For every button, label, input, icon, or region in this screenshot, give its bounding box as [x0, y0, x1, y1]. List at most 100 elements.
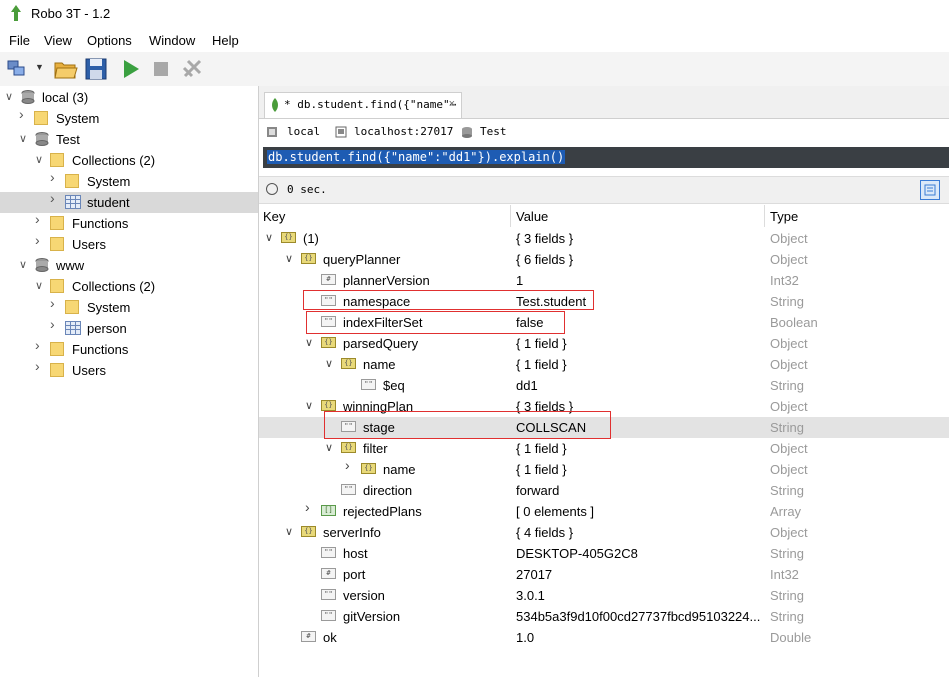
sidebar-item-label: student	[87, 195, 130, 210]
menu-file[interactable]: File	[9, 33, 30, 48]
chevron-down-icon[interactable]: ∨	[325, 443, 333, 454]
header-value[interactable]: Value	[516, 209, 548, 224]
sidebar-item-label: System	[87, 300, 131, 315]
result-key: host	[343, 546, 368, 561]
chevron-down-icon[interactable]: ∨	[35, 281, 45, 292]
result-key: port	[343, 567, 366, 582]
result-value: { 3 fields }	[516, 231, 574, 246]
result-value: 3.0.1	[516, 588, 545, 603]
orientation-button[interactable]	[180, 56, 206, 82]
chevron-right-icon[interactable]: ›	[50, 170, 60, 184]
chevron-right-icon[interactable]: ›	[50, 191, 60, 205]
connect-button[interactable]: ▼	[5, 56, 44, 82]
chevron-right-icon[interactable]: ›	[50, 296, 60, 310]
sidebar-item[interactable]: › System	[0, 170, 258, 192]
robo3t-logo-icon	[11, 5, 21, 21]
result-row[interactable]: › [] rejectedPlans [ 0 elements ] Array	[259, 500, 949, 522]
sidebar-item[interactable]: ∨ Collections (2)	[0, 276, 258, 297]
chevron-right-icon[interactable]: ›	[305, 500, 310, 514]
sidebar-item[interactable]: › Users	[0, 359, 258, 381]
result-row[interactable]: ∨ {} serverInfo { 4 fields } Object	[259, 522, 949, 543]
result-row[interactable]: "" direction forward String	[259, 480, 949, 501]
query-tab[interactable]: * db.student.find({"name"⋯ ×	[264, 92, 462, 118]
result-row[interactable]: › {} name { 1 field } Object	[259, 458, 949, 480]
sidebar-item[interactable]: › Functions	[0, 338, 258, 360]
header-divider[interactable]	[764, 205, 765, 227]
chevron-down-icon[interactable]: ∨	[19, 260, 29, 271]
chevron-right-icon[interactable]: ›	[35, 212, 45, 226]
sidebar-item[interactable]: › System	[0, 107, 258, 129]
leaf-icon	[272, 98, 278, 112]
result-type: Object	[770, 231, 808, 246]
result-row[interactable]: ∨ {} name { 1 field } Object	[259, 354, 949, 375]
chevron-down-icon[interactable]: ∨	[285, 254, 293, 265]
menu-help[interactable]: Help	[212, 33, 239, 48]
close-icon[interactable]: ×	[449, 98, 455, 110]
database-explorer: ∨ local (3) › System ∨ Test ∨ Collections (2) › S…	[0, 86, 259, 677]
annotation-box-indexfilterset	[306, 311, 565, 334]
object-icon: {}	[321, 400, 336, 411]
result-row[interactable]: "" version 3.0.1 String	[259, 585, 949, 606]
result-type: String	[770, 609, 804, 624]
connection-host: localhost:27017	[354, 125, 454, 138]
sidebar-item[interactable]: › Functions	[0, 212, 258, 234]
tree-view-button[interactable]	[920, 180, 940, 200]
header-key[interactable]: Key	[263, 209, 285, 224]
menu-view[interactable]: View	[44, 33, 72, 48]
sidebar-item[interactable]: › person	[0, 317, 258, 339]
chevron-down-icon[interactable]: ∨	[285, 527, 293, 538]
folder-icon	[65, 174, 79, 188]
sidebar-item[interactable]: ∨ www	[0, 255, 258, 276]
result-row[interactable]: ∨ {} queryPlanner { 6 fields } Object	[259, 249, 949, 270]
sidebar-item[interactable]: ∨ local (3)	[0, 87, 258, 108]
chevron-down-icon[interactable]: ∨	[19, 134, 29, 145]
chevron-down-icon[interactable]: ∨	[305, 338, 313, 349]
sidebar-item[interactable]: › System	[0, 296, 258, 318]
result-row[interactable]: ∨ {} parsedQuery { 1 field } Object	[259, 333, 949, 354]
chevron-down-icon[interactable]: ∨	[5, 92, 15, 103]
result-row[interactable]: "" $eq dd1 String	[259, 375, 949, 396]
sidebar-item[interactable]: › Users	[0, 233, 258, 255]
result-key: serverInfo	[323, 525, 381, 540]
result-row[interactable]: # port 27017 Int32	[259, 564, 949, 585]
result-row[interactable]: "" gitVersion 534b5a3f9d10f00cd27737fbcd95…	[259, 606, 949, 627]
result-type: String	[770, 588, 804, 603]
query-editor[interactable]: db.student.find({"name":"dd1"}).explain(…	[263, 147, 949, 168]
result-type: String	[770, 420, 804, 435]
object-icon: {}	[301, 253, 316, 264]
stop-button[interactable]	[148, 56, 174, 82]
chevron-right-icon[interactable]: ›	[19, 107, 29, 121]
header-type[interactable]: Type	[770, 209, 798, 224]
sidebar-item[interactable]: › student	[0, 191, 258, 213]
folder-icon	[50, 237, 64, 251]
execute-button[interactable]	[118, 56, 144, 82]
header-divider[interactable]	[510, 205, 511, 227]
result-key: plannerVersion	[343, 273, 430, 288]
menu-options[interactable]: Options	[87, 33, 132, 48]
chevron-down-icon[interactable]: ∨	[305, 401, 313, 412]
folder-icon	[50, 153, 64, 167]
string-icon: ""	[361, 379, 376, 390]
result-row[interactable]: ∨ {} (1) { 3 fields } Object	[259, 228, 949, 249]
open-button[interactable]	[53, 56, 79, 82]
chevron-down-icon[interactable]: ∨	[325, 359, 333, 370]
object-icon: {}	[341, 358, 356, 369]
chevron-down-icon[interactable]: ∨	[35, 155, 45, 166]
result-row[interactable]: # plannerVersion 1 Int32	[259, 270, 949, 291]
chevron-right-icon[interactable]: ›	[35, 338, 45, 352]
sidebar-item[interactable]: ∨ Collections (2)	[0, 150, 258, 171]
result-row[interactable]: # ok 1.0 Double	[259, 627, 949, 648]
result-key: (1)	[303, 231, 319, 246]
result-row[interactable]: "" host DESKTOP-405G2C8 String	[259, 543, 949, 564]
sidebar-item[interactable]: ∨ Test	[0, 129, 258, 150]
chevron-right-icon[interactable]: ›	[345, 458, 350, 472]
chevron-right-icon[interactable]: ›	[35, 233, 45, 247]
chevron-down-icon[interactable]: ∨	[265, 233, 273, 244]
menu-window[interactable]: Window	[149, 33, 195, 48]
result-row[interactable]: ∨ {} filter { 1 field } Object	[259, 438, 949, 459]
query-text[interactable]: db.student.find({"name":"dd1"}).explain(…	[267, 150, 566, 164]
save-button[interactable]	[83, 56, 109, 82]
connection-bar: local localhost:27017 Test	[259, 120, 949, 146]
chevron-right-icon[interactable]: ›	[35, 359, 45, 373]
chevron-right-icon[interactable]: ›	[50, 317, 60, 331]
